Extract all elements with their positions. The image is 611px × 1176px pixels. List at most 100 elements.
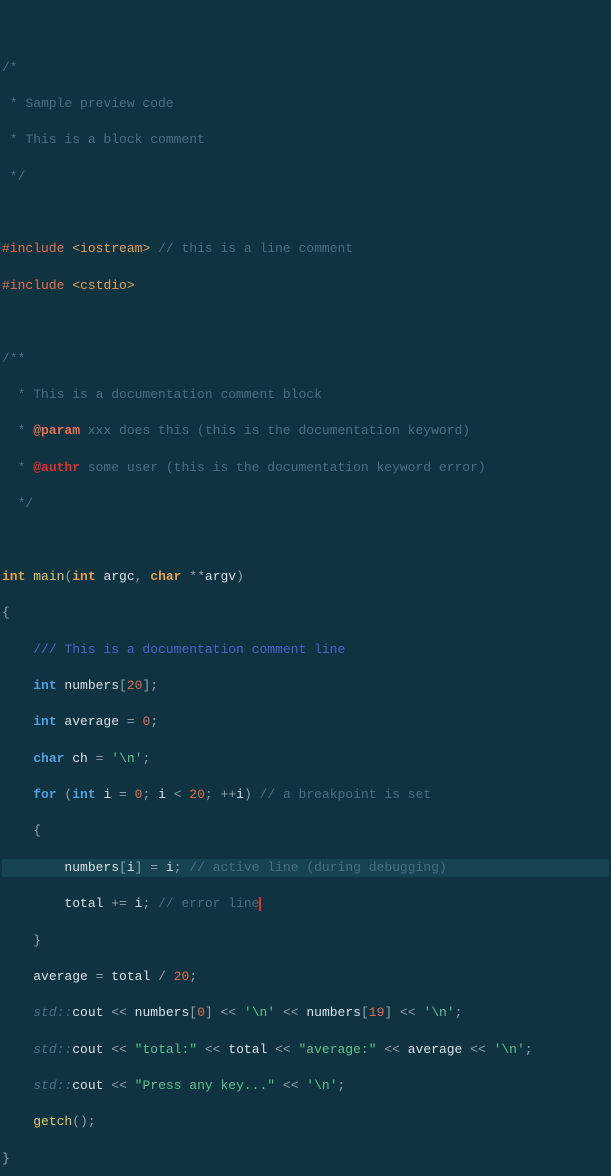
text-cursor [259,897,261,911]
error-indent [2,896,64,911]
doc-l5: */ [2,496,33,511]
avg-eq: = [96,969,104,984]
cout2-str1: "total:" [127,1042,197,1057]
block-comment-l3: * This is a block comment [2,132,205,147]
active-semi: ; [174,860,182,875]
main-p1-type: int [72,569,95,584]
main-return: int [2,569,25,584]
cout2-v1: total [220,1042,267,1057]
main-comma: , [135,569,151,584]
for-brace-close: } [2,933,41,948]
doc-l1: /** [2,351,25,366]
cout1-obj: cout [72,1005,103,1020]
decl2-sp [135,714,143,729]
for-brace-open: { [2,823,41,838]
for-init: 0 [127,787,143,802]
getch-call: (); [72,1114,95,1129]
cout2-v2: average [400,1042,462,1057]
active-comment: // active line (during debugging) [182,860,447,875]
block-comment-l2: * Sample preview code [2,96,174,111]
error-op: += [111,896,127,911]
decl1-rb: ]; [142,678,158,693]
cout2-obj: cout [72,1042,103,1057]
main-p2-type: char [150,569,181,584]
for-type: int [72,787,95,802]
decl2-type: int [33,714,56,729]
block-comment-l1: /* [2,60,18,75]
cout3-ns: std:: [33,1078,72,1093]
doc-l2-text: This is a documentation comment block [33,387,322,402]
doc-l3-pre: * [2,423,33,438]
cout1-idx19: 19 [369,1005,385,1020]
for-var: i [96,787,119,802]
active-lb: [ [119,860,127,875]
cout3-str: "Press any key..." [127,1078,275,1093]
cout2-str2: "average:" [291,1042,377,1057]
avg-div: / [158,969,166,984]
cout1-op1: << [103,1005,126,1020]
main-p2-ptr: ** [182,569,205,584]
main-p2-name: argv [205,569,236,584]
for-comment: // a breakpoint is set [252,787,431,802]
doc-author-tag-error: @authr [33,460,80,475]
cout2-op2: << [197,1042,220,1057]
include1-comment: // this is a line comment [158,241,353,256]
for-eq: = [119,787,127,802]
for-rp: ) [244,787,252,802]
cout1-nl1: '\n' [236,1005,275,1020]
cout2-op5: << [462,1042,485,1057]
cout1-ns: std:: [33,1005,72,1020]
error-lhs: total [64,896,111,911]
avg-mid: total [103,969,158,984]
cout1-nl2: '\n' [416,1005,455,1020]
cout1-arr2: numbers [299,1005,361,1020]
decl3-semi: ; [143,751,151,766]
include1-directive: #include [2,241,64,256]
decl2-name: average [57,714,127,729]
active-rhs: i [158,860,174,875]
error-line: total += i; // error line [2,895,609,913]
doc-l2-pre: * [2,387,33,402]
brace-close: } [2,1151,10,1166]
avg-semi: ; [189,969,197,984]
cout3-obj: cout [72,1078,103,1093]
active-arr: numbers [64,860,119,875]
cout2-nl: '\n' [486,1042,525,1057]
cout1-arr: numbers [127,1005,189,1020]
decl2-val: 0 [142,714,150,729]
decl3-val: '\n' [111,751,142,766]
code-editor[interactable]: { "code": { "block_comment": { "l1": "/*… [0,0,611,588]
for-lp: ( [57,787,73,802]
avg-lhs: average [33,969,95,984]
for-inc-var: i [236,787,244,802]
decl3-name: ch [64,751,95,766]
active-rb: ] [135,860,151,875]
main-rp: ) [236,569,244,584]
cout2-op4: << [377,1042,400,1057]
avg-val: 20 [174,969,190,984]
doc-param-tag: @param [33,423,80,438]
cout3-op1: << [103,1078,126,1093]
brace-open: { [2,605,10,620]
include2-directive: #include [2,278,64,293]
cout2-op3: << [267,1042,290,1057]
doc-l3-text: xxx does this (this is the documentation… [80,423,470,438]
for-cond-l: i [158,787,174,802]
doc-l4-text: some user (this is the documentation key… [80,460,486,475]
cout1-semi: ; [455,1005,463,1020]
avg-sp [166,969,174,984]
for-semi1: ; [142,787,158,802]
cout3-nl: '\n' [299,1078,338,1093]
decl3-type: char [33,751,64,766]
active-eq: = [150,860,158,875]
for-cond-r: 20 [182,787,205,802]
main-p1-name: argc [96,569,135,584]
error-rhs: i [127,896,143,911]
include2-header: <cstdio> [72,278,134,293]
getch-fn: getch [33,1114,72,1129]
decl1-name: numbers [57,678,119,693]
for-lt: < [174,787,182,802]
cout2-ns: std:: [33,1042,72,1057]
decl1-type: int [33,678,56,693]
cout1-lb: [ [189,1005,197,1020]
